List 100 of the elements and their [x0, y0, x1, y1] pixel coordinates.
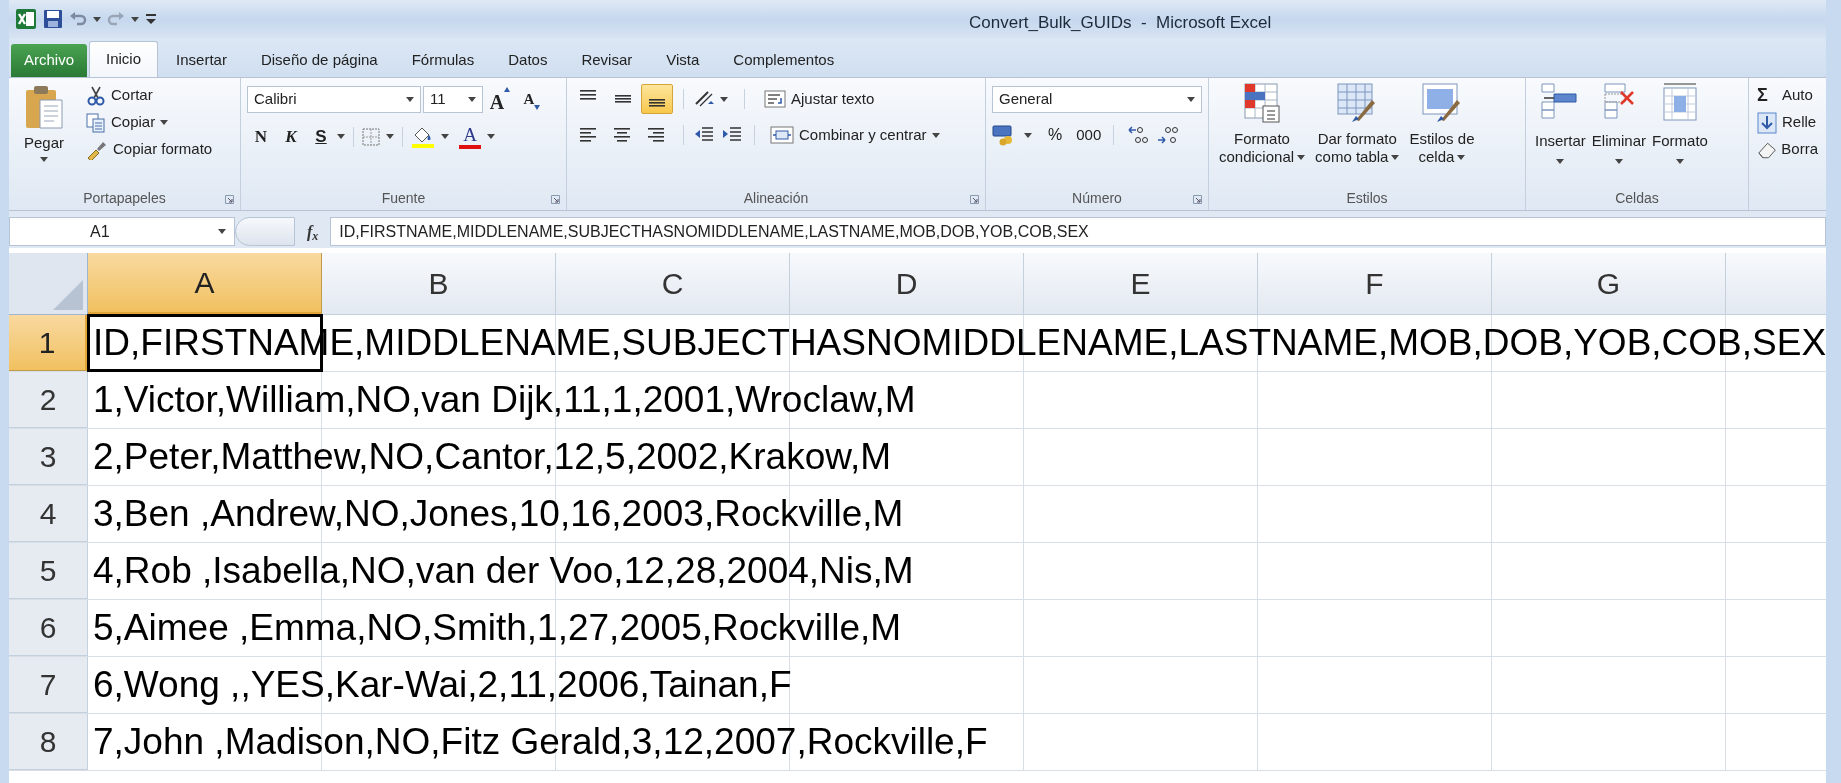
caret-icon[interactable]: [441, 134, 449, 139]
column-header[interactable]: B: [322, 253, 556, 315]
down-arrow-icon[interactable]: [534, 105, 541, 110]
fill-button[interactable]: Relle: [1757, 109, 1818, 136]
row-header[interactable]: 8: [9, 714, 88, 770]
cut-button[interactable]: Cortar: [83, 82, 216, 109]
align-right-icon[interactable]: [648, 126, 666, 144]
up-arrow-icon[interactable]: [504, 87, 511, 92]
wrap-text-icon[interactable]: [764, 90, 786, 108]
paintbrush-icon[interactable]: [86, 139, 108, 160]
delete-cells-button[interactable]: Eliminar: [1588, 82, 1650, 164]
font-color-button[interactable]: A: [459, 124, 481, 149]
cell-text[interactable]: 7,John ,Madison,NO,Fitz Gerald,3,12,2007,Rockville,F: [93, 720, 988, 764]
caret-icon[interactable]: [386, 134, 394, 139]
caret-icon[interactable]: [337, 134, 345, 139]
scissors-icon[interactable]: [86, 85, 106, 106]
caret-icon[interactable]: [218, 229, 226, 234]
italic-button[interactable]: K: [277, 123, 305, 150]
decrease-indent-icon[interactable]: [694, 126, 714, 144]
caret-icon[interactable]: [1614, 158, 1623, 164]
caret-icon[interactable]: [1391, 154, 1400, 160]
clear-button[interactable]: Borra: [1757, 136, 1818, 163]
style-button[interactable]: Estilos de celda: [1405, 82, 1479, 166]
caret-icon[interactable]: [160, 120, 169, 125]
excel-icon[interactable]: [15, 8, 37, 30]
row-header[interactable]: 1: [9, 315, 88, 371]
name-box[interactable]: A1: [9, 217, 235, 246]
caret-icon[interactable]: [931, 132, 940, 138]
orientation-icon[interactable]: [694, 90, 716, 108]
dialog-launcher-icon[interactable]: [1193, 195, 1202, 204]
caret-icon[interactable]: [1556, 158, 1565, 164]
align-left-icon[interactable]: [580, 126, 598, 144]
caret-icon[interactable]: [93, 16, 101, 22]
dialog-launcher-icon[interactable]: [225, 195, 234, 204]
paste-button[interactable]: Pegar: [15, 82, 73, 162]
increase-indent-icon[interactable]: [722, 126, 742, 144]
ribbon-tab[interactable]: Revisar: [565, 44, 649, 77]
row-header[interactable]: 5: [9, 543, 88, 599]
row-header[interactable]: 3: [9, 429, 88, 485]
thousands-button[interactable]: 000: [1076, 123, 1102, 147]
cell-text[interactable]: 6,Wong ,,YES,Kar-Wai,2,11,2006,Tainan,F: [93, 663, 792, 707]
ribbon-tab[interactable]: Archivo: [11, 44, 88, 77]
copy-button[interactable]: Copiar: [83, 109, 216, 136]
decrease-decimal-icon[interactable]: [1156, 125, 1181, 145]
caret-icon[interactable]: [406, 97, 414, 102]
merge-center-button[interactable]: Combinar y centrar: [767, 121, 943, 149]
ribbon-tab[interactable]: Insertar: [160, 44, 243, 77]
caret-icon[interactable]: [1187, 97, 1195, 102]
caret-icon[interactable]: [1297, 154, 1306, 160]
column-header[interactable]: C: [556, 253, 790, 315]
column-header[interactable]: F: [1258, 253, 1492, 315]
cell-text[interactable]: 4,Rob ,Isabella,NO,van der Voo,12,28,2004,Nis,M: [93, 549, 914, 593]
ribbon-tab[interactable]: Diseño de página: [244, 44, 394, 77]
cell-text[interactable]: 5,Aimee ,Emma,NO,Smith,1,27,2005,Rockville,M: [93, 606, 902, 650]
align-bottom-button[interactable]: [641, 84, 673, 114]
copy-icon[interactable]: [86, 112, 106, 133]
grow-font-button[interactable]: A: [485, 86, 515, 113]
ribbon-tab[interactable]: Complementos: [717, 44, 851, 77]
cell-text[interactable]: 2,Peter,Matthew,NO,Cantor,12,5,2002,Krakow,M: [93, 435, 891, 479]
increase-decimal-icon[interactable]: [1126, 125, 1151, 145]
shrink-font-button[interactable]: A: [517, 86, 547, 113]
caret-icon[interactable]: [131, 16, 139, 22]
caret-icon[interactable]: [468, 97, 476, 102]
ribbon-tab[interactable]: Datos: [492, 44, 564, 77]
font-size-dropdown[interactable]: 11: [423, 86, 483, 113]
column-header[interactable]: A: [88, 253, 322, 315]
row-header[interactable]: 6: [9, 600, 88, 656]
percent-button[interactable]: %: [1048, 123, 1063, 147]
sum-icon[interactable]: Σ: [1757, 82, 1777, 109]
table-brush-icon[interactable]: [1420, 82, 1463, 124]
ribbon-tab[interactable]: Fórmulas: [395, 44, 491, 77]
font-name-dropdown[interactable]: Calibri: [247, 86, 421, 113]
ribbon-tab[interactable]: Inicio: [89, 41, 159, 77]
format-cells-button[interactable]: Formato: [1649, 82, 1711, 164]
align-center-icon[interactable]: [614, 126, 632, 144]
insert-function-button[interactable]: f$_{x}$: [307, 219, 319, 244]
insert-cells-button[interactable]: Insertar: [1532, 82, 1589, 164]
ribbon-tab[interactable]: Vista: [650, 44, 716, 77]
underline-button[interactable]: S: [307, 123, 335, 150]
caret-icon[interactable]: [720, 96, 728, 102]
sum-button[interactable]: Σ Auto: [1757, 82, 1818, 109]
row-header[interactable]: 2: [9, 372, 88, 428]
cell-text[interactable]: 3,Ben ,Andrew,NO,Jones,10,16,2003,Rockville,M: [93, 492, 904, 536]
fill-down-icon[interactable]: [1757, 111, 1777, 134]
wrap-text-button[interactable]: Ajustar texto: [761, 85, 878, 113]
clipboard-icon[interactable]: [24, 84, 64, 130]
dialog-launcher-icon[interactable]: [970, 195, 979, 204]
merge-cells-icon[interactable]: [770, 126, 794, 144]
column-header[interactable]: E: [1024, 253, 1258, 315]
caret-icon[interactable]: [1457, 154, 1466, 160]
save-icon[interactable]: [43, 9, 63, 29]
caret-icon[interactable]: [487, 134, 495, 139]
number-format-dropdown[interactable]: General: [992, 86, 1202, 113]
row-header[interactable]: 7: [9, 657, 88, 713]
style-button[interactable]: Formato condicional: [1215, 82, 1310, 166]
bold-button[interactable]: N: [247, 123, 275, 150]
dialog-launcher-icon[interactable]: [551, 195, 560, 204]
caret-icon[interactable]: [40, 156, 48, 162]
column-header[interactable]: G: [1492, 253, 1726, 315]
cell-text[interactable]: 1,Victor,William,NO,van Dijk,11,1,2001,Wroclaw,M: [93, 378, 916, 422]
